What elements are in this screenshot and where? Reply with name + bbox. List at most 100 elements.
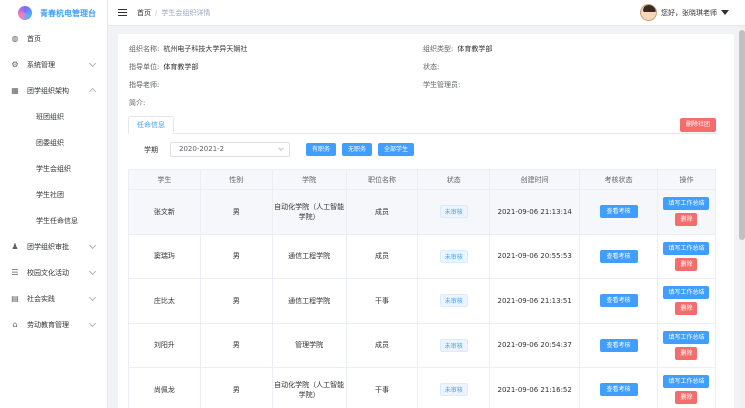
- student-cell: 窦瑞玙: [128, 233, 201, 279]
- no-position-button[interactable]: 无职务: [342, 143, 373, 156]
- chevron-down-icon: [278, 145, 284, 151]
- view-review-button[interactable]: 查看考核: [599, 205, 638, 219]
- position-cell: 干事: [345, 278, 419, 324]
- chevron-down-icon: [88, 59, 97, 68]
- chevron-down-icon: [88, 267, 97, 276]
- sidebar: 青春杭电管理台 ◍ 首页 ⚙ 系统管理 ▦ 团学组织架构 班团组织 团委组织 学生会组织 学生社团…: [0, 0, 108, 408]
- write-summary-button[interactable]: 填写工作总结: [663, 330, 710, 344]
- sidebar-item[interactable]: ▤ 社会实践: [0, 286, 107, 312]
- created-time-cell: 2021-09-06 21:13:14: [489, 189, 581, 235]
- sidebar-item[interactable]: ▦ 团学组织架构: [0, 78, 107, 104]
- table-row: 尚佩龙男自动化学院（人工智能学院） 干事 未审核 2021-09-06 21:16:5…: [128, 367, 717, 408]
- chevron-up-icon: [88, 87, 97, 96]
- breadcrumb-current: 学生会组织详情: [161, 8, 211, 17]
- delete-org-button[interactable]: 删除社团: [680, 118, 716, 132]
- view-review-button[interactable]: 查看考核: [599, 338, 638, 352]
- college-cell: 自动化学院（人工智能学院）: [271, 367, 347, 408]
- filter-bar: 学期 2020-2021-2 有职务 无职务 全部学生: [144, 142, 415, 157]
- status-badge: 未审核: [439, 338, 468, 352]
- delete-button[interactable]: 删除: [675, 391, 698, 405]
- status-cell: 未审核: [417, 189, 491, 235]
- student-admin-row: 学生管理员:: [423, 80, 460, 90]
- status-cell: 未审核: [417, 233, 491, 279]
- all-students-button[interactable]: 全部学生: [378, 143, 415, 156]
- sidebar-item[interactable]: ♟ 团学组织审批: [0, 234, 107, 260]
- main-panel: 组织名称: 杭州电子科技大学异天娴社 组织类型: 体育教学部 指导单位: 体育教…: [118, 34, 734, 408]
- view-review-button[interactable]: 查看考核: [599, 383, 638, 397]
- actions-cell: 填写工作总结 删除: [656, 189, 717, 235]
- gender-cell: 男: [199, 367, 273, 408]
- student-cell: 庄比太: [128, 278, 201, 324]
- column-header: 职位名称: [345, 169, 419, 190]
- appointment-table: 学生 性别 学院 职位名称 状态 创建时间 考核状态 操作 张文新男自动化学院（…: [128, 169, 717, 408]
- has-position-button[interactable]: 有职务: [306, 143, 337, 156]
- write-summary-button[interactable]: 填写工作总结: [663, 286, 710, 300]
- org-name-value: 杭州电子科技大学异天娴社: [163, 45, 248, 53]
- caret-down-icon[interactable]: [721, 10, 729, 15]
- sidebar-subitem[interactable]: 团委组织: [0, 130, 107, 156]
- sidebar-item-label: 团学组织架构: [27, 87, 69, 95]
- scrollbar-thumb[interactable]: [739, 30, 745, 240]
- tab-appointment-info[interactable]: 任命信息: [128, 116, 174, 134]
- delete-button[interactable]: 删除: [675, 213, 698, 227]
- sidebar-item[interactable]: ⚙ 系统管理: [0, 52, 107, 78]
- college-cell: 通信工程学院: [271, 233, 347, 279]
- guide-teacher-row: 指导老师:: [129, 80, 159, 90]
- view-review-button[interactable]: 查看考核: [599, 249, 638, 263]
- tag-icon: ⌂: [12, 320, 18, 329]
- delete-button[interactable]: 删除: [675, 302, 698, 316]
- actions-cell: 填写工作总结 删除: [656, 233, 717, 279]
- review-cell: 查看考核: [579, 233, 658, 279]
- status-cell: 未审核: [417, 278, 491, 324]
- sidebar-item[interactable]: ◍ 首页: [0, 26, 107, 52]
- top-header: 首页 / 学生会组织详情 您好，张晓琪老师: [108, 0, 745, 26]
- created-time-cell: 2021-09-06 20:55:53: [489, 233, 581, 279]
- status-row: 状态:: [423, 62, 439, 72]
- write-summary-button[interactable]: 填写工作总结: [663, 375, 710, 389]
- review-cell: 查看考核: [579, 189, 658, 235]
- sidebar-subitem[interactable]: 学生会组织: [0, 156, 107, 182]
- sidebar-subitem[interactable]: 学生任命信息: [0, 208, 107, 234]
- column-header: 性别: [199, 169, 273, 190]
- user-menu[interactable]: 您好，张晓琪老师: [640, 4, 729, 21]
- app-logo[interactable]: 青春杭电管理台: [0, 0, 107, 26]
- sidebar-item-label: 系统管理: [27, 61, 55, 69]
- sidebar-item-label: 首页: [27, 35, 41, 43]
- sidebar-subitem[interactable]: 班团组织: [0, 104, 107, 130]
- review-cell: 查看考核: [579, 367, 658, 408]
- sidebar-subitem[interactable]: 学生社团: [0, 182, 107, 208]
- write-summary-button[interactable]: 填写工作总结: [663, 197, 710, 211]
- status-cell: 未审核: [417, 367, 491, 408]
- term-select-value: 2020-2021-2: [179, 145, 225, 153]
- intro-row: 简介:: [129, 98, 145, 108]
- review-cell: 查看考核: [579, 322, 658, 368]
- position-cell: 干事: [345, 367, 419, 408]
- menu-toggle-icon[interactable]: [118, 9, 127, 16]
- created-time-cell: 2021-09-06 20:54:37: [489, 322, 581, 368]
- view-review-button[interactable]: 查看考核: [599, 294, 638, 308]
- document-icon: ▤: [11, 294, 19, 303]
- user-greeting[interactable]: 您好，张晓琪老师: [661, 8, 717, 18]
- sidebar-item[interactable]: ⌂ 劳动教育管理: [0, 312, 107, 338]
- list-icon: ☰: [11, 268, 19, 277]
- table-header-row: 学生 性别 学院 职位名称 状态 创建时间 考核状态 操作: [128, 169, 717, 190]
- actions-cell: 填写工作总结 删除: [656, 367, 717, 408]
- status-label: 状态:: [423, 63, 440, 71]
- term-select[interactable]: 2020-2021-2: [170, 142, 290, 157]
- gear-icon: ⚙: [11, 60, 19, 69]
- org-name-label: 组织名称:: [129, 45, 160, 53]
- sidebar-item-label: 团学组织审批: [27, 243, 69, 251]
- actions-cell: 填写工作总结 删除: [656, 278, 717, 324]
- avatar[interactable]: [640, 4, 657, 21]
- write-summary-button[interactable]: 填写工作总结: [663, 241, 710, 255]
- sidebar-item-label: 校园文化活动: [27, 269, 69, 277]
- tab-bar: 任命信息: [128, 116, 718, 134]
- position-cell: 成员: [345, 189, 419, 235]
- term-label: 学期: [144, 145, 158, 154]
- sidebar-item[interactable]: ☰ 校园文化活动: [0, 260, 107, 286]
- actions-cell: 填写工作总结 删除: [656, 322, 717, 368]
- created-time-cell: 2021-09-06 21:13:51: [489, 278, 581, 324]
- delete-button[interactable]: 删除: [675, 346, 698, 360]
- delete-button[interactable]: 删除: [675, 257, 698, 271]
- breadcrumb-home[interactable]: 首页: [137, 8, 151, 18]
